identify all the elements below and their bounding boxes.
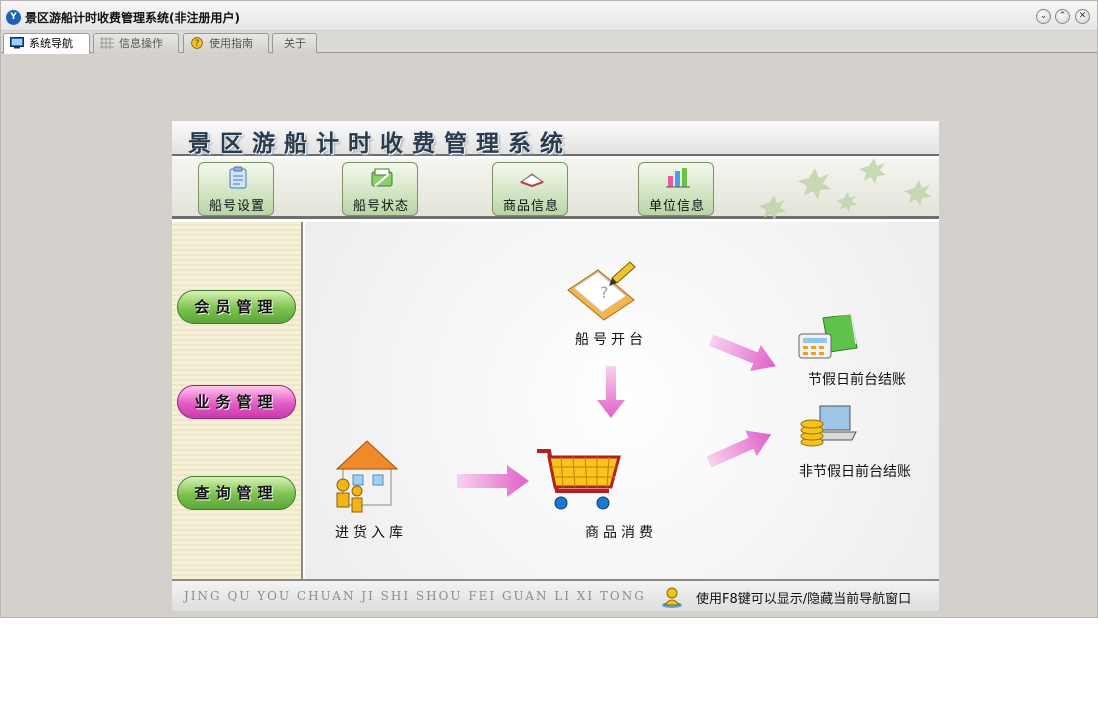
consume-goods-label: 商品消费 (585, 525, 657, 541)
open-boat-icon: ? (567, 261, 636, 321)
holiday-checkout-label: 节假日前台结账 (808, 372, 906, 388)
holiday-checkout-icon (798, 313, 858, 359)
flow-diagram: ? 船号开台 节假日前台结账 非节假日前台结账 进货入库 商品消费 (305, 222, 939, 579)
monitor-icon (10, 37, 24, 49)
svg-text:?: ? (195, 39, 200, 49)
window-title: 景区游船计时收费管理系统(非注册用户) (25, 11, 240, 25)
toolbar-label: 船号设置 (208, 199, 265, 214)
system-banner: 景区游船计时收费管理系统 (172, 121, 939, 157)
footer-tip: 使用F8键可以显示/隐藏当前导航窗口 (696, 592, 912, 607)
warehouse-icon (335, 440, 399, 513)
shopping-cart-icon (537, 449, 621, 510)
tab-label: 系统导航 (29, 37, 73, 50)
tab-label: 使用指南 (209, 37, 253, 50)
grid-icon (100, 37, 114, 49)
unit-info-button[interactable]: 单位信息 (638, 162, 714, 216)
boat-settings-icon (229, 166, 247, 189)
business-management-button[interactable]: 业务管理 (177, 385, 296, 419)
minimize-button[interactable]: ⌄ (1036, 9, 1051, 24)
open-boat-label: 船号开台 (575, 332, 647, 348)
toolbar: 船号设置 船号状态 商品信息 单位信息 (172, 158, 939, 219)
main-window: Y 景区游船计时收费管理系统(非注册用户) ⌄ ⌃ ✕ 系统导航 信息操作 ? … (0, 0, 1098, 618)
arrow-consume-to-weekday (706, 430, 772, 468)
arrow-open-to-consume (597, 366, 625, 418)
goods-info-icon (519, 173, 545, 188)
app-icon: Y (6, 10, 21, 25)
tab-label: 信息操作 (119, 37, 163, 50)
user-tip-icon (662, 587, 682, 608)
sidebar: 会员管理 业务管理 查询管理 (172, 222, 303, 579)
weekday-checkout-label: 非节假日前台结账 (799, 464, 911, 480)
help-icon: ? (191, 37, 203, 49)
toolbar-label: 商品信息 (502, 199, 559, 214)
svg-text:?: ? (600, 283, 609, 302)
unit-info-icon (666, 168, 690, 188)
footer: JING QU YOU CHUAN JI SHI SHOU FEI GUAN L… (172, 579, 939, 611)
title-bar: Y 景区游船计时收费管理系统(非注册用户) ⌄ ⌃ ✕ (1, 1, 1097, 31)
goods-info-button[interactable]: 商品信息 (492, 162, 568, 216)
maximize-button[interactable]: ⌃ (1055, 9, 1070, 24)
toolbar-label: 单位信息 (648, 199, 705, 214)
tab-system-navigation[interactable]: 系统导航 (3, 33, 90, 54)
member-management-button[interactable]: 会员管理 (177, 290, 296, 324)
boat-settings-button[interactable]: 船号设置 (198, 162, 274, 216)
navigation-panel: 景区游船计时收费管理系统 船号设置 船号状态 商品信息 单位信息 会员管理 业务… (172, 121, 939, 611)
purchase-stock-label: 进货入库 (335, 525, 407, 541)
weekday-checkout-icon (800, 405, 857, 447)
tab-label: 关于 (284, 37, 306, 50)
tab-user-guide[interactable]: ? 使用指南 (183, 33, 269, 53)
close-button[interactable]: ✕ (1075, 9, 1090, 24)
tab-bar: 系统导航 信息操作 ? 使用指南 关于 (1, 31, 1097, 54)
toolbar-label: 船号状态 (352, 199, 409, 214)
arrow-open-to-holiday (708, 334, 776, 371)
leaf-decoration (759, 158, 931, 219)
banner-title: 景区游船计时收费管理系统 (188, 130, 572, 157)
tab-info-operation[interactable]: 信息操作 (93, 33, 179, 53)
boat-status-icon (371, 168, 393, 187)
arrow-stock-to-consume (457, 465, 529, 497)
boat-status-button[interactable]: 船号状态 (342, 162, 418, 216)
query-management-button[interactable]: 查询管理 (177, 476, 296, 510)
footer-pinyin: JING QU YOU CHUAN JI SHI SHOU FEI GUAN L… (184, 589, 646, 603)
tab-about[interactable]: 关于 (272, 33, 317, 53)
